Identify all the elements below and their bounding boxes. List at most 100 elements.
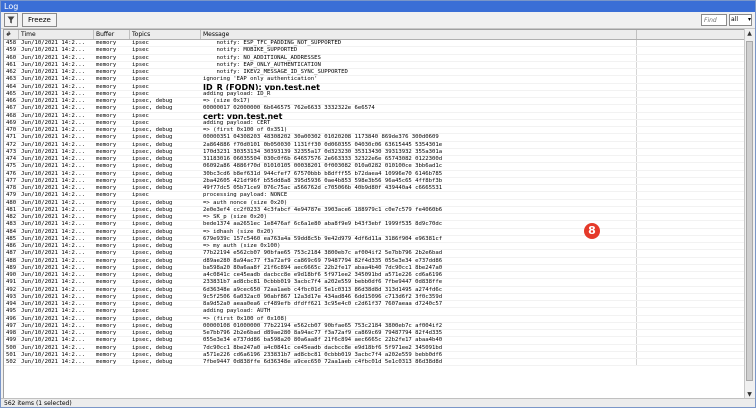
table-row[interactable]: 461 Jun/10/2021 14:2... memory ipsec notify… [4, 61, 747, 69]
row-cell-time: Jun/10/2021 14:2... [21, 344, 85, 351]
row-cell-message: a571e226 cd6a6196 233831b7 ad8cbc81 0cbb… [201, 351, 637, 358]
table-row[interactable]: 475 Jun/10/2021 14:2... memory ipsec, debug… [4, 163, 747, 171]
filter-button[interactable] [4, 13, 18, 27]
row-cell-topics: ipsec, debug [132, 257, 173, 264]
table-row[interactable]: 482 Jun/10/2021 14:2... memory ipsec, debug… [4, 214, 747, 222]
row-cell-message: a4c0841c ce45eadb dacbcc8e e9d18bf6 5f97… [201, 272, 637, 279]
table-row[interactable]: 472 Jun/10/2021 14:2... memory ipsec, debug… [4, 141, 747, 149]
table-row[interactable]: 466 Jun/10/2021 14:2... memory ipsec, debug… [4, 98, 747, 106]
column-header-topics[interactable]: Topics [130, 30, 201, 39]
row-cell-number: 460 [6, 54, 17, 61]
table-row[interactable]: 463 Jun/10/2021 14:2... memory ipsec ignorin… [4, 76, 747, 84]
table-row[interactable]: 478 Jun/10/2021 14:2... memory ipsec, debug… [4, 185, 747, 193]
table-row[interactable]: 494 Jun/10/2021 14:2... memory ipsec, debug… [4, 301, 747, 309]
table-row[interactable]: 460 Jun/10/2021 14:2... memory ipsec notify… [4, 54, 747, 62]
row-cell-filler [637, 214, 747, 220]
row-cell-filler [637, 330, 747, 336]
column-header-buffer[interactable]: Buffer [94, 30, 130, 39]
table-row[interactable]: 476 Jun/10/2021 14:2... memory ipsec, debug… [4, 170, 747, 178]
table-row[interactable]: 484 Jun/10/2021 14:2... memory ipsec, debug… [4, 228, 747, 236]
column-header-time[interactable]: Time [19, 30, 94, 39]
row-cell-number: 487 [6, 250, 17, 257]
row-cell-message: notify: NO_ADDITIONAL_ADDRESSES [201, 54, 637, 61]
table-row[interactable]: 495 Jun/10/2021 14:2... memory ipsec adding … [4, 308, 747, 316]
row-cell-buffer: memory [96, 264, 117, 271]
row-cell-message: notify: IKEV2_MESSAGE_ID_SYNC_SUPPORTED [201, 69, 637, 76]
row-cell-filler [637, 337, 747, 343]
row-cell-filler [637, 163, 747, 169]
row-cell-message: => idhash (size 0x20) [201, 228, 637, 235]
table-row[interactable]: 487 Jun/10/2021 14:2... memory ipsec, debug… [4, 250, 747, 258]
table-row[interactable]: 470 Jun/10/2021 14:2... memory ipsec, debug… [4, 127, 747, 135]
table-row[interactable]: 492 Jun/10/2021 14:2... memory ipsec, debug… [4, 286, 747, 294]
row-cell-topics: ipsec [132, 112, 149, 119]
scroll-up-icon[interactable]: ▲ [745, 29, 754, 38]
row-cell-topics: ipsec, debug [132, 127, 173, 133]
table-row[interactable]: 500 Jun/10/2021 14:2... memory ipsec, debug… [4, 344, 747, 352]
table-row[interactable]: 468 Jun/10/2021 14:2... memory ipsec cert: v… [4, 112, 747, 120]
row-cell-message: 8a9d52a0 aeaa0ea6 cf489efb dfdff621 3c95… [201, 301, 637, 308]
table-row[interactable]: 465 Jun/10/2021 14:2... memory ipsec adding … [4, 90, 747, 98]
row-cell-time: Jun/10/2021 14:2... [21, 98, 85, 104]
find-input[interactable] [701, 14, 727, 26]
table-row[interactable]: 496 Jun/10/2021 14:2... memory ipsec, debug… [4, 315, 747, 323]
row-cell-time: Jun/10/2021 14:2... [21, 243, 85, 249]
table-row[interactable]: 477 Jun/10/2021 14:2... memory ipsec, debug… [4, 177, 747, 185]
table-row[interactable]: 479 Jun/10/2021 14:2... memory ipsec process… [4, 192, 747, 200]
row-cell-filler [637, 142, 747, 148]
table-row[interactable]: 467 Jun/10/2021 14:2... memory ipsec, debug… [4, 105, 747, 113]
row-cell-topics: ipsec [132, 308, 149, 315]
table-row[interactable]: 485 Jun/10/2021 14:2... memory ipsec, debug… [4, 235, 747, 243]
table-row[interactable]: 486 Jun/10/2021 14:2... memory ipsec, debug… [4, 243, 747, 251]
row-cell-time: Jun/10/2021 14:2... [21, 228, 85, 235]
row-cell-topics: ipsec, debug [132, 98, 173, 104]
column-header-message[interactable]: Message [201, 30, 637, 39]
row-cell-topics: ipsec, debug [132, 250, 173, 257]
table-row[interactable]: 483 Jun/10/2021 14:2... memory ipsec, debug… [4, 221, 747, 229]
row-cell-topics: ipsec, debug [132, 235, 173, 242]
table-row[interactable]: 489 Jun/10/2021 14:2... memory ipsec, debug… [4, 264, 747, 272]
row-cell-filler [637, 236, 747, 242]
table-row[interactable]: 469 Jun/10/2021 14:2... memory ipsec adding … [4, 119, 747, 127]
table-row[interactable]: 493 Jun/10/2021 14:2... memory ipsec, debug… [4, 293, 747, 301]
table-row[interactable]: 464 Jun/10/2021 14:2... memory ipsec ID_R (F… [4, 83, 747, 91]
row-cell-message: => auth nonce (size 0x20) [201, 199, 637, 206]
column-header-number[interactable]: # [4, 30, 19, 39]
table-row[interactable]: 490 Jun/10/2021 14:2... memory ipsec, debug… [4, 272, 747, 280]
table-row[interactable]: 473 Jun/10/2021 14:2... memory ipsec, debug… [4, 148, 747, 156]
row-cell-topics: ipsec, debug [132, 141, 173, 148]
table-row[interactable]: 474 Jun/10/2021 14:2... memory ipsec, debug… [4, 156, 747, 164]
row-cell-filler [637, 69, 747, 75]
table-row[interactable]: 471 Jun/10/2021 14:2... memory ipsec, debug… [4, 134, 747, 142]
table-row[interactable]: 481 Jun/10/2021 14:2... memory ipsec, debug… [4, 206, 747, 214]
table-row[interactable]: 497 Jun/10/2021 14:2... memory ipsec, debug… [4, 322, 747, 330]
vertical-scrollbar[interactable]: ▲ ▼ [744, 29, 754, 399]
row-cell-number: 470 [6, 127, 17, 133]
row-cell-message: 77b22194 e562cb07 90bfae65 753c2184 3800… [201, 250, 637, 257]
row-cell-number: 458 [6, 40, 17, 46]
row-cell-filler [637, 127, 747, 133]
table-row[interactable]: 498 Jun/10/2021 14:2... memory ipsec, debug… [4, 330, 747, 338]
table-row[interactable]: 480 Jun/10/2021 14:2... memory ipsec, debug… [4, 199, 747, 207]
row-cell-time: Jun/10/2021 14:2... [21, 330, 85, 336]
filter-select[interactable]: all ▾ [729, 14, 752, 26]
filter-select-value: all [731, 16, 739, 23]
row-cell-message: => (first 0x100 of 0x351) [201, 127, 637, 134]
table-row[interactable]: 499 Jun/10/2021 14:2... memory ipsec, debug… [4, 337, 747, 345]
table-row[interactable]: 488 Jun/10/2021 14:2... memory ipsec, debug… [4, 257, 747, 265]
table-row[interactable]: 502 Jun/10/2021 14:2... memory ipsec, debug… [4, 359, 747, 367]
table-row[interactable]: 458 Jun/10/2021 14:2... memory ipsec notify… [4, 40, 747, 48]
table-row[interactable]: 501 Jun/10/2021 14:2... memory ipsec, debug… [4, 351, 747, 359]
scrollbar-thumb[interactable] [746, 41, 753, 381]
table-row[interactable]: 462 Jun/10/2021 14:2... memory ipsec notify… [4, 69, 747, 77]
row-cell-topics: ipsec, debug [132, 322, 173, 329]
row-cell-number: 480 [6, 199, 17, 206]
row-cell-number: 497 [6, 322, 17, 329]
table-row[interactable]: 491 Jun/10/2021 14:2... memory ipsec, debug… [4, 279, 747, 287]
row-cell-message: 6d36348e a9cec650 72aa1aeb c4fbc01d 5e1c… [201, 286, 637, 293]
row-cell-message: 06092a86 4886f70d 01010105 00038201 0f00… [201, 163, 637, 170]
freeze-button[interactable]: Freeze [22, 13, 57, 27]
window-title: Log [1, 1, 755, 12]
row-cell-topics: ipsec, debug [132, 264, 173, 271]
table-row[interactable]: 459 Jun/10/2021 14:2... memory ipsec notify… [4, 47, 747, 55]
